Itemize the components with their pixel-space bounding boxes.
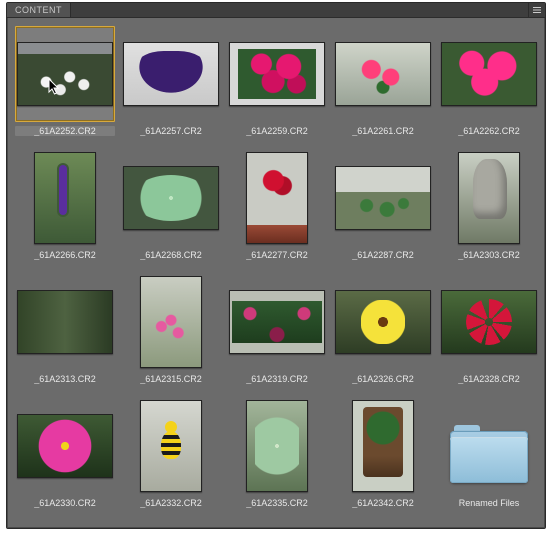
thumbnail-frame (121, 274, 221, 370)
thumbnail-frame (15, 398, 115, 494)
thumbnail-label[interactable]: _61A2266.CR2 (15, 250, 115, 260)
thumbnail-item[interactable]: _61A2268.CR2 (121, 150, 221, 270)
thumbnail-frame (333, 274, 433, 370)
thumbnail-image (246, 152, 308, 244)
thumbnail-item[interactable]: _61A2257.CR2 (121, 26, 221, 146)
thumbnail-item[interactable]: _61A2330.CR2 (15, 398, 115, 518)
thumbnail-image (123, 42, 219, 106)
thumbnail-frame (439, 150, 539, 246)
thumbnail-image (123, 166, 219, 230)
thumbnail-image (17, 414, 113, 478)
thumbnail-label[interactable]: _61A2319.CR2 (227, 374, 327, 384)
thumbnail-item[interactable]: _61A2328.CR2 (439, 274, 539, 394)
thumbnail-frame (227, 274, 327, 370)
thumbnail-item[interactable]: _61A2266.CR2 (15, 150, 115, 270)
thumbnail-item[interactable]: _61A2342.CR2 (333, 398, 433, 518)
thumbnail-item[interactable]: _61A2277.CR2 (227, 150, 327, 270)
thumbnail-grid: _61A2252.CR2 _61A2257.CR2 _61A2259.CR2 _61A… (15, 26, 541, 518)
thumbnail-item[interactable]: _61A2303.CR2 (439, 150, 539, 270)
thumbnail-label[interactable]: _61A2268.CR2 (121, 250, 221, 260)
thumbnail-label[interactable]: _61A2262.CR2 (439, 126, 539, 136)
thumbnail-label[interactable]: _61A2287.CR2 (333, 250, 433, 260)
thumbnail-image (335, 166, 431, 230)
thumbnail-image (17, 42, 113, 106)
thumbnail-frame (439, 26, 539, 122)
thumbnail-item[interactable]: _61A2319.CR2 (227, 274, 327, 394)
thumbnail-frame (333, 398, 433, 494)
thumbnail-image (335, 42, 431, 106)
thumbnail-label[interactable]: _61A2277.CR2 (227, 250, 327, 260)
thumbnail-frame (227, 26, 327, 122)
thumbnail-item[interactable]: _61A2315.CR2 (121, 274, 221, 394)
thumbnail-frame (15, 150, 115, 246)
thumbnail-image (352, 400, 414, 492)
thumbnail-frame (121, 26, 221, 122)
tab-content-label: CONTENT (15, 5, 62, 15)
thumbnail-label[interactable]: _61A2257.CR2 (121, 126, 221, 136)
thumbnail-image (34, 152, 96, 244)
thumbnail-item[interactable]: _61A2287.CR2 (333, 150, 433, 270)
thumbnail-image (246, 400, 308, 492)
thumbnail-label[interactable]: _61A2252.CR2 (15, 126, 115, 136)
thumbnail-frame (15, 26, 115, 122)
thumbnail-frame (121, 150, 221, 246)
thumbnail-label[interactable]: _61A2330.CR2 (15, 498, 115, 508)
content-panel: CONTENT _61A2252.CR2 _61A2257.CR2 _61A2259… (6, 2, 546, 529)
panel-menu-button[interactable] (528, 3, 545, 17)
thumbnail-item[interactable]: _61A2252.CR2 (15, 26, 115, 146)
thumbnail-label[interactable]: _61A2326.CR2 (333, 374, 433, 384)
thumbnail-image (441, 290, 537, 354)
thumbnail-image (441, 42, 537, 106)
thumbnail-frame (333, 150, 433, 246)
thumbnail-frame (227, 398, 327, 494)
thumbnail-label[interactable]: _61A2261.CR2 (333, 126, 433, 136)
panel-tabbar: CONTENT (7, 3, 545, 18)
panel-menu-icon (532, 5, 542, 15)
content-area[interactable]: _61A2252.CR2 _61A2257.CR2 _61A2259.CR2 _61A… (7, 18, 545, 528)
thumbnail-label[interactable]: _61A2303.CR2 (439, 250, 539, 260)
thumbnail-item[interactable]: _61A2335.CR2 (227, 398, 327, 518)
thumbnail-label[interactable]: _61A2342.CR2 (333, 498, 433, 508)
thumbnail-image (335, 290, 431, 354)
folder-icon (450, 425, 528, 483)
thumbnail-item[interactable]: _61A2261.CR2 (333, 26, 433, 146)
thumbnail-frame (333, 26, 433, 122)
thumbnail-image (140, 400, 202, 492)
thumbnail-label[interactable]: _61A2313.CR2 (15, 374, 115, 384)
thumbnail-frame (439, 398, 539, 494)
thumbnail-frame (121, 398, 221, 494)
thumbnail-image (229, 290, 325, 354)
tab-content[interactable]: CONTENT (7, 3, 71, 17)
folder-item[interactable]: Renamed Files (439, 398, 539, 518)
thumbnail-label[interactable]: Renamed Files (439, 498, 539, 508)
thumbnail-label[interactable]: _61A2315.CR2 (121, 374, 221, 384)
thumbnail-item[interactable]: _61A2313.CR2 (15, 274, 115, 394)
thumbnail-item[interactable]: _61A2332.CR2 (121, 398, 221, 518)
thumbnail-label[interactable]: _61A2328.CR2 (439, 374, 539, 384)
thumbnail-image (229, 42, 325, 106)
thumbnail-item[interactable]: _61A2262.CR2 (439, 26, 539, 146)
thumbnail-item[interactable]: _61A2259.CR2 (227, 26, 327, 146)
thumbnail-frame (227, 150, 327, 246)
thumbnail-label[interactable]: _61A2332.CR2 (121, 498, 221, 508)
thumbnail-item[interactable]: _61A2326.CR2 (333, 274, 433, 394)
thumbnail-frame (15, 274, 115, 370)
thumbnail-frame (439, 274, 539, 370)
thumbnail-label[interactable]: _61A2259.CR2 (227, 126, 327, 136)
thumbnail-image (17, 290, 113, 354)
thumbnail-label[interactable]: _61A2335.CR2 (227, 498, 327, 508)
thumbnail-image (140, 276, 202, 368)
thumbnail-image (458, 152, 520, 244)
